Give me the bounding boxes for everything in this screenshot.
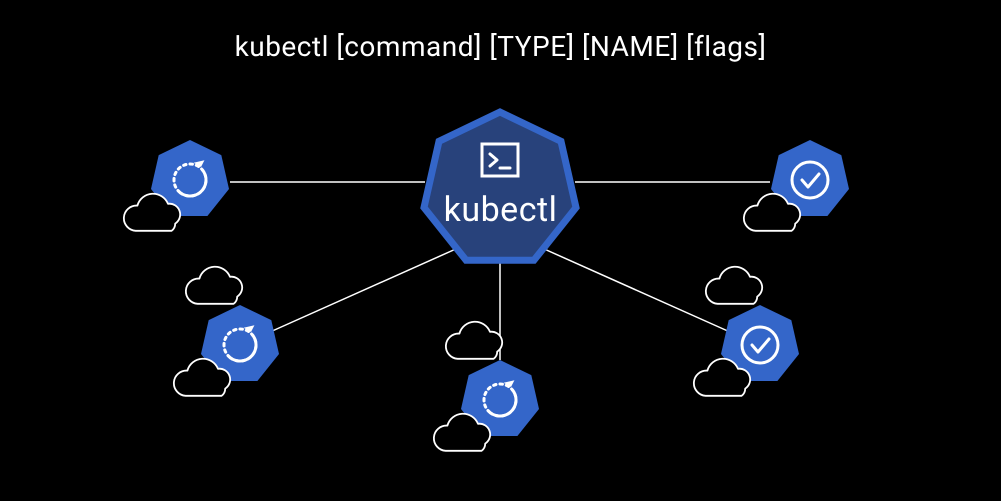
diagram-canvas bbox=[0, 0, 1001, 501]
cloud-icon bbox=[186, 267, 242, 304]
center-label: kubectl bbox=[0, 190, 1001, 230]
cloud-icon bbox=[706, 267, 762, 304]
node-bottom-left bbox=[174, 267, 279, 396]
cloud-icon bbox=[446, 322, 502, 359]
center-hub bbox=[424, 112, 576, 260]
node-bottom-mid bbox=[434, 322, 539, 451]
node-bottom-right bbox=[694, 267, 799, 396]
